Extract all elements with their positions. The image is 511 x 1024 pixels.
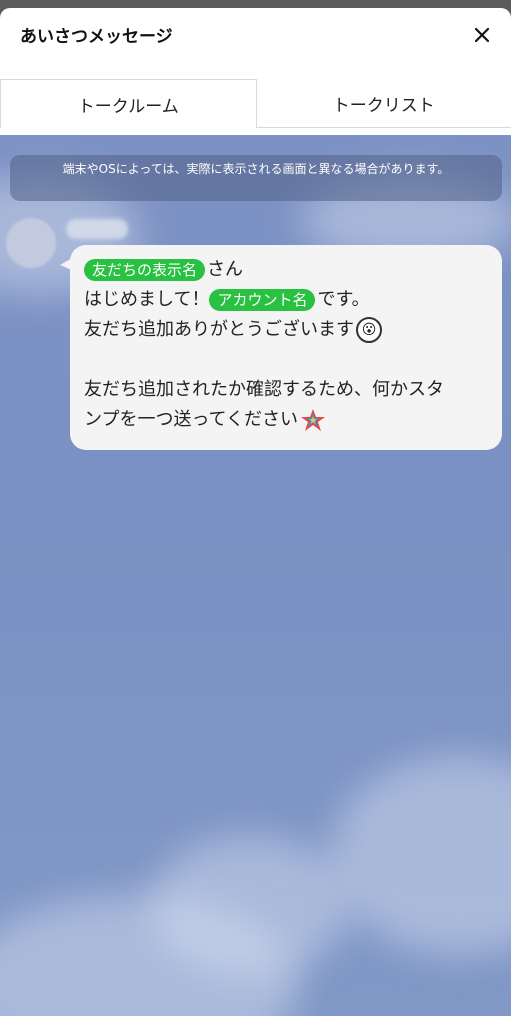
shooting-star-icon (301, 409, 326, 431)
message-text: ンプを一つ送ってください (84, 409, 299, 430)
message-line: 友だちの表示名 さん (84, 255, 488, 285)
surprised-face-icon: 😮 (356, 317, 382, 343)
display-notice: 端末やOSによっては、実際に表示される画面と異なる場合があります。 (10, 155, 502, 201)
close-button[interactable] (469, 22, 495, 48)
close-icon (474, 27, 490, 43)
friend-display-name-tag: 友だちの表示名 (84, 259, 206, 281)
avatar (6, 218, 56, 268)
greeting-message-bubble: 友だちの表示名 さん はじめまして！ アカウント名 です。 友だち追加ありがとう… (70, 245, 502, 450)
account-name-placeholder (66, 219, 128, 239)
chat-preview-area: 端末やOSによっては、実際に表示される画面と異なる場合があります。 友だちの表示… (0, 135, 511, 1016)
page-title: あいさつメッセージ (20, 27, 173, 47)
message-text: 友だち追加されたか確認するため、何かスタ (84, 379, 444, 400)
preview-tabs: トークルーム トークリスト (0, 79, 511, 128)
account-name-tag: アカウント名 (209, 289, 316, 311)
header: あいさつメッセージ (0, 8, 511, 72)
message-text: さん (207, 259, 244, 280)
tab-talk-room[interactable]: トークルーム (0, 79, 257, 128)
message-line: 友だち追加されたか確認するため、何かスタ (84, 375, 488, 405)
message-line: ンプを一つ送ってください (84, 405, 488, 435)
tab-talk-list[interactable]: トークリスト (256, 79, 511, 128)
message-text: です。 (317, 289, 370, 310)
message-line: 友だち追加ありがとうございます 😮 (84, 315, 488, 345)
message-text: 友だち追加ありがとうございます (84, 319, 354, 340)
message-text: はじめまして！ (84, 289, 210, 310)
message-line: はじめまして！ アカウント名 です。 (84, 285, 488, 315)
